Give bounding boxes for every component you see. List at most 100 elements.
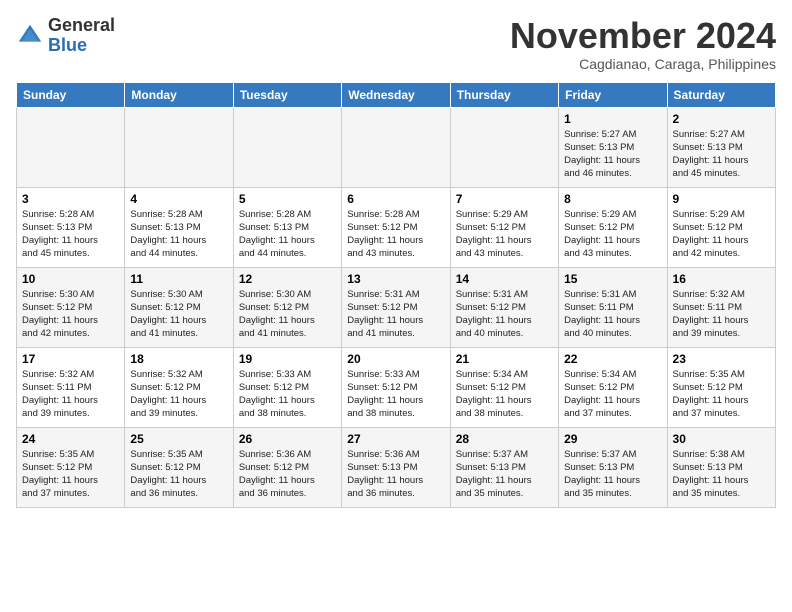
logo-blue: Blue [48,35,87,55]
day-number: 15 [564,272,661,286]
day-number: 20 [347,352,444,366]
weekday-header-sunday: Sunday [17,82,125,107]
day-number: 21 [456,352,553,366]
day-info: Sunrise: 5:32 AM Sunset: 5:11 PM Dayligh… [22,368,119,421]
day-info: Sunrise: 5:27 AM Sunset: 5:13 PM Dayligh… [564,128,661,181]
calendar-cell: 17 Sunrise: 5:32 AM Sunset: 5:11 PM Dayli… [17,347,125,427]
calendar-cell: 14 Sunrise: 5:31 AM Sunset: 5:12 PM Dayli… [450,267,558,347]
day-info: Sunrise: 5:27 AM Sunset: 5:13 PM Dayligh… [673,128,770,181]
day-info: Sunrise: 5:30 AM Sunset: 5:12 PM Dayligh… [130,288,227,341]
day-info: Sunrise: 5:28 AM Sunset: 5:12 PM Dayligh… [347,208,444,261]
day-number: 19 [239,352,336,366]
logo-general: General [48,15,115,35]
calendar-cell: 25 Sunrise: 5:35 AM Sunset: 5:12 PM Dayli… [125,427,233,507]
day-number: 29 [564,432,661,446]
day-number: 18 [130,352,227,366]
day-info: Sunrise: 5:31 AM Sunset: 5:12 PM Dayligh… [456,288,553,341]
calendar-body: 1 Sunrise: 5:27 AM Sunset: 5:13 PM Daylig… [17,107,776,507]
day-number: 5 [239,192,336,206]
weekday-header-wednesday: Wednesday [342,82,450,107]
day-number: 30 [673,432,770,446]
day-number: 28 [456,432,553,446]
day-info: Sunrise: 5:34 AM Sunset: 5:12 PM Dayligh… [456,368,553,421]
calendar-cell: 30 Sunrise: 5:38 AM Sunset: 5:13 PM Dayli… [667,427,775,507]
day-info: Sunrise: 5:37 AM Sunset: 5:13 PM Dayligh… [456,448,553,501]
calendar-week-2: 3 Sunrise: 5:28 AM Sunset: 5:13 PM Daylig… [17,187,776,267]
day-number: 14 [456,272,553,286]
day-number: 25 [130,432,227,446]
calendar-cell: 23 Sunrise: 5:35 AM Sunset: 5:12 PM Dayli… [667,347,775,427]
calendar-cell: 15 Sunrise: 5:31 AM Sunset: 5:11 PM Dayli… [559,267,667,347]
day-number: 7 [456,192,553,206]
weekday-header-friday: Friday [559,82,667,107]
day-number: 1 [564,112,661,126]
day-number: 13 [347,272,444,286]
day-number: 12 [239,272,336,286]
day-info: Sunrise: 5:32 AM Sunset: 5:11 PM Dayligh… [673,288,770,341]
calendar-cell [233,107,341,187]
calendar-cell: 2Sunrise: 5:27 AM Sunset: 5:13 PM Daylig… [667,107,775,187]
day-info: Sunrise: 5:31 AM Sunset: 5:11 PM Dayligh… [564,288,661,341]
title-block: November 2024 Cagdianao, Caraga, Philipp… [510,16,776,72]
day-info: Sunrise: 5:29 AM Sunset: 5:12 PM Dayligh… [456,208,553,261]
calendar-cell [450,107,558,187]
day-info: Sunrise: 5:36 AM Sunset: 5:13 PM Dayligh… [347,448,444,501]
day-number: 23 [673,352,770,366]
day-number: 3 [22,192,119,206]
calendar-cell [125,107,233,187]
calendar-cell [17,107,125,187]
day-info: Sunrise: 5:33 AM Sunset: 5:12 PM Dayligh… [347,368,444,421]
calendar-cell: 21 Sunrise: 5:34 AM Sunset: 5:12 PM Dayli… [450,347,558,427]
day-number: 9 [673,192,770,206]
day-info: Sunrise: 5:35 AM Sunset: 5:12 PM Dayligh… [673,368,770,421]
location-subtitle: Cagdianao, Caraga, Philippines [510,56,776,72]
calendar-week-5: 24 Sunrise: 5:35 AM Sunset: 5:12 PM Dayli… [17,427,776,507]
day-info: Sunrise: 5:28 AM Sunset: 5:13 PM Dayligh… [130,208,227,261]
calendar-cell: 7 Sunrise: 5:29 AM Sunset: 5:12 PM Daylig… [450,187,558,267]
day-number: 4 [130,192,227,206]
day-number: 24 [22,432,119,446]
day-number: 11 [130,272,227,286]
calendar-cell: 27 Sunrise: 5:36 AM Sunset: 5:13 PM Dayli… [342,427,450,507]
calendar-cell: 22Sunrise: 5:34 AM Sunset: 5:12 PM Dayli… [559,347,667,427]
weekday-header-thursday: Thursday [450,82,558,107]
day-number: 17 [22,352,119,366]
calendar-cell: 19 Sunrise: 5:33 AM Sunset: 5:12 PM Dayli… [233,347,341,427]
logo: General Blue [16,16,115,56]
calendar-cell: 3 Sunrise: 5:28 AM Sunset: 5:13 PM Daylig… [17,187,125,267]
calendar-cell: 6Sunrise: 5:28 AM Sunset: 5:12 PM Daylig… [342,187,450,267]
day-number: 27 [347,432,444,446]
weekday-header-monday: Monday [125,82,233,107]
calendar-cell: 16Sunrise: 5:32 AM Sunset: 5:11 PM Dayli… [667,267,775,347]
calendar-cell: 26 Sunrise: 5:36 AM Sunset: 5:12 PM Dayli… [233,427,341,507]
calendar-week-4: 17 Sunrise: 5:32 AM Sunset: 5:11 PM Dayli… [17,347,776,427]
day-info: Sunrise: 5:33 AM Sunset: 5:12 PM Dayligh… [239,368,336,421]
calendar-cell: 24 Sunrise: 5:35 AM Sunset: 5:12 PM Dayli… [17,427,125,507]
page-header: General Blue November 2024 Cagdianao, Ca… [16,16,776,72]
calendar-cell: 20 Sunrise: 5:33 AM Sunset: 5:12 PM Dayli… [342,347,450,427]
calendar-cell: 13 Sunrise: 5:31 AM Sunset: 5:12 PM Dayli… [342,267,450,347]
calendar-cell: 8Sunrise: 5:29 AM Sunset: 5:12 PM Daylig… [559,187,667,267]
calendar-table: SundayMondayTuesdayWednesdayThursdayFrid… [16,82,776,508]
calendar-cell: 28 Sunrise: 5:37 AM Sunset: 5:13 PM Dayli… [450,427,558,507]
weekday-header-tuesday: Tuesday [233,82,341,107]
calendar-week-1: 1 Sunrise: 5:27 AM Sunset: 5:13 PM Daylig… [17,107,776,187]
day-info: Sunrise: 5:37 AM Sunset: 5:13 PM Dayligh… [564,448,661,501]
day-info: Sunrise: 5:36 AM Sunset: 5:12 PM Dayligh… [239,448,336,501]
calendar-cell: 12Sunrise: 5:30 AM Sunset: 5:12 PM Dayli… [233,267,341,347]
day-info: Sunrise: 5:35 AM Sunset: 5:12 PM Dayligh… [22,448,119,501]
day-info: Sunrise: 5:38 AM Sunset: 5:13 PM Dayligh… [673,448,770,501]
calendar-week-3: 10 Sunrise: 5:30 AM Sunset: 5:12 PM Dayli… [17,267,776,347]
weekday-header-saturday: Saturday [667,82,775,107]
calendar-cell: 1 Sunrise: 5:27 AM Sunset: 5:13 PM Daylig… [559,107,667,187]
calendar-cell: 10 Sunrise: 5:30 AM Sunset: 5:12 PM Dayli… [17,267,125,347]
calendar-cell: 4 Sunrise: 5:28 AM Sunset: 5:13 PM Daylig… [125,187,233,267]
day-info: Sunrise: 5:28 AM Sunset: 5:13 PM Dayligh… [22,208,119,261]
day-number: 10 [22,272,119,286]
day-info: Sunrise: 5:35 AM Sunset: 5:12 PM Dayligh… [130,448,227,501]
day-number: 26 [239,432,336,446]
day-info: Sunrise: 5:30 AM Sunset: 5:12 PM Dayligh… [22,288,119,341]
calendar-cell: 11 Sunrise: 5:30 AM Sunset: 5:12 PM Dayli… [125,267,233,347]
day-info: Sunrise: 5:31 AM Sunset: 5:12 PM Dayligh… [347,288,444,341]
day-number: 8 [564,192,661,206]
